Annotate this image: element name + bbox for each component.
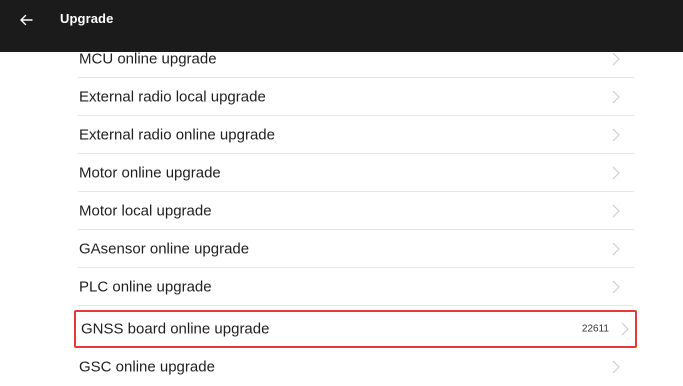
list-item-label: GNSS board online upgrade: [81, 320, 270, 338]
chevron-right-icon: [612, 204, 620, 218]
list-item-motor-local-upgrade[interactable]: Motor local upgrade: [64, 192, 634, 230]
list-item-label: PLC online upgrade: [79, 278, 212, 296]
list-item-label: MCU online upgrade: [79, 50, 217, 68]
list-item-label: External radio online upgrade: [79, 126, 275, 144]
list-item-label: External radio local upgrade: [79, 88, 266, 106]
list-item-label: GSC online upgrade: [79, 358, 215, 376]
list-item-plc-online-upgrade[interactable]: PLC online upgrade: [64, 268, 634, 306]
list-item-mcu-online-upgrade[interactable]: MCU online upgrade: [64, 40, 634, 78]
list-item-gasensor-online-upgrade[interactable]: GAsensor online upgrade: [64, 230, 634, 268]
list-item-label: Motor online upgrade: [79, 164, 221, 182]
chevron-right-icon: [612, 128, 620, 142]
chevron-right-icon: [621, 322, 629, 336]
list-item-external-radio-local-upgrade[interactable]: External radio local upgrade: [64, 78, 634, 116]
divider: [78, 305, 634, 306]
chevron-right-icon: [612, 90, 620, 104]
chevron-right-icon: [612, 242, 620, 256]
chevron-right-icon: [612, 360, 620, 374]
list-item-label: Motor local upgrade: [79, 202, 212, 220]
list-item-gsc-online-upgrade[interactable]: GSC online upgrade: [64, 348, 634, 386]
arrow-left-icon: [20, 14, 33, 26]
chevron-right-icon: [612, 166, 620, 180]
chevron-right-icon: [612, 52, 620, 66]
list-item-label: GAsensor online upgrade: [79, 240, 250, 258]
page-title: Upgrade: [60, 11, 114, 26]
list-item-gnss-board-online-upgrade[interactable]: GNSS board online upgrade 22611: [74, 310, 637, 348]
chevron-right-icon: [612, 280, 620, 294]
version-value: 22611: [581, 323, 609, 335]
list-item-motor-online-upgrade[interactable]: Motor online upgrade: [64, 154, 634, 192]
back-button[interactable]: [12, 6, 40, 34]
list-item-external-radio-online-upgrade[interactable]: External radio online upgrade: [64, 116, 634, 154]
